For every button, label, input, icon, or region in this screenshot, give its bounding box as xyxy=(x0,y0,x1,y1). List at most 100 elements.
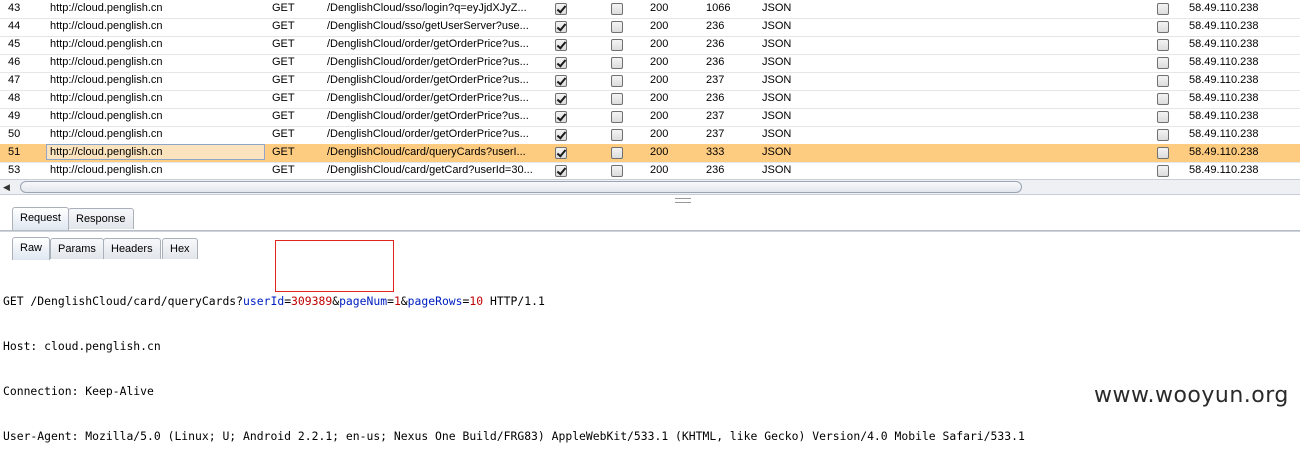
edited-checkbox[interactable] xyxy=(611,36,625,53)
row-ip: 58.49.110.238 xyxy=(1189,92,1259,104)
table-row[interactable]: 44 http://cloud.penglish.cn GET/DenglishCl… xyxy=(0,18,1300,37)
table-row[interactable]: 43 http://cloud.penglish.cn GET/DenglishCl… xyxy=(0,0,1300,19)
checkbox-icon[interactable] xyxy=(1157,165,1169,177)
row-host: http://cloud.penglish.cn xyxy=(50,128,163,140)
checkbox-icon[interactable] xyxy=(611,3,623,15)
edited-checkbox[interactable] xyxy=(611,90,625,107)
checkbox-icon[interactable] xyxy=(1157,111,1169,123)
tab-headers[interactable]: Headers xyxy=(103,238,161,259)
checkbox-icon[interactable] xyxy=(611,21,623,33)
checkbox-icon[interactable] xyxy=(1157,57,1169,69)
row-host: http://cloud.penglish.cn xyxy=(50,110,163,122)
params-checkbox[interactable] xyxy=(555,36,569,53)
checkbox-icon[interactable] xyxy=(1157,75,1169,87)
params-checkbox[interactable] xyxy=(555,0,569,17)
comment-checkbox[interactable] xyxy=(1157,0,1171,17)
edited-checkbox[interactable] xyxy=(611,72,625,89)
params-checkbox[interactable] xyxy=(555,162,569,179)
table-row[interactable]: 45 http://cloud.penglish.cn GET/DenglishCl… xyxy=(0,36,1300,55)
scroll-thumb[interactable] xyxy=(20,181,1022,193)
params-checkbox[interactable] xyxy=(555,72,569,89)
row-number: 45 xyxy=(8,38,21,50)
params-checkbox[interactable] xyxy=(555,108,569,125)
checkbox-icon[interactable] xyxy=(555,75,567,87)
tab-params[interactable]: Params xyxy=(50,238,104,259)
row-ip: 58.49.110.238 xyxy=(1189,20,1259,32)
checkbox-icon[interactable] xyxy=(1157,93,1169,105)
checkbox-icon[interactable] xyxy=(555,93,567,105)
comment-checkbox[interactable] xyxy=(1157,144,1171,161)
tab-raw[interactable]: Raw xyxy=(12,237,51,260)
checkbox-icon[interactable] xyxy=(611,129,623,141)
splitter-grip-icon[interactable] xyxy=(675,198,691,203)
row-number: 43 xyxy=(8,2,21,14)
edited-checkbox[interactable] xyxy=(611,108,625,125)
params-checkbox[interactable] xyxy=(555,54,569,71)
row-ip: 58.49.110.238 xyxy=(1189,56,1259,68)
row-ip: 58.49.110.238 xyxy=(1189,146,1259,158)
edited-checkbox[interactable] xyxy=(611,18,625,35)
comment-checkbox[interactable] xyxy=(1157,108,1171,125)
edited-checkbox[interactable] xyxy=(611,54,625,71)
comment-checkbox[interactable] xyxy=(1157,54,1171,71)
row-host: http://cloud.penglish.cn xyxy=(50,74,163,86)
checkbox-icon[interactable] xyxy=(555,39,567,51)
table-row[interactable]: 50 http://cloud.penglish.cn GET/DenglishCl… xyxy=(0,126,1300,145)
checkbox-icon[interactable] xyxy=(611,93,623,105)
request-line: GET /DenglishCloud/card/queryCards?userI… xyxy=(3,294,1293,309)
comment-checkbox[interactable] xyxy=(1157,90,1171,107)
horizontal-scrollbar[interactable]: ◀ xyxy=(0,179,1300,195)
checkbox-icon[interactable] xyxy=(611,57,623,69)
checkbox-icon[interactable] xyxy=(1157,39,1169,51)
checkbox-icon[interactable] xyxy=(1157,3,1169,15)
params-checkbox[interactable] xyxy=(555,144,569,161)
edited-checkbox[interactable] xyxy=(611,144,625,161)
checkbox-icon[interactable] xyxy=(611,165,623,177)
row-number: 44 xyxy=(8,20,21,32)
row-mime-type: JSON xyxy=(762,146,792,158)
row-length: 237 xyxy=(706,110,725,122)
scroll-left-arrow-icon[interactable]: ◀ xyxy=(3,180,10,194)
params-checkbox[interactable] xyxy=(555,126,569,143)
checkbox-icon[interactable] xyxy=(611,39,623,51)
checkbox-icon[interactable] xyxy=(555,147,567,159)
comment-checkbox[interactable] xyxy=(1157,162,1171,179)
edited-checkbox[interactable] xyxy=(611,126,625,143)
raw-request-text[interactable]: GET /DenglishCloud/card/queryCards?userI… xyxy=(3,264,1293,459)
edited-checkbox[interactable] xyxy=(611,162,625,179)
comment-checkbox[interactable] xyxy=(1157,126,1171,143)
tab-response[interactable]: Response xyxy=(68,208,134,229)
checkbox-icon[interactable] xyxy=(555,3,567,15)
comment-checkbox[interactable] xyxy=(1157,18,1171,35)
table-row[interactable]: 51 http://cloud.penglish.cn GET/DenglishCl… xyxy=(0,144,1300,163)
checkbox-icon[interactable] xyxy=(555,165,567,177)
request-path: GET /DenglishCloud/card/queryCards xyxy=(3,294,237,308)
checkbox-icon[interactable] xyxy=(555,21,567,33)
row-ip: 58.49.110.238 xyxy=(1189,2,1259,14)
checkbox-icon[interactable] xyxy=(555,111,567,123)
row-length: 236 xyxy=(706,38,725,50)
checkbox-icon[interactable] xyxy=(555,129,567,141)
tab-request[interactable]: Request xyxy=(12,207,69,230)
checkbox-icon[interactable] xyxy=(1157,129,1169,141)
table-row[interactable]: 48 http://cloud.penglish.cn GET/DenglishCl… xyxy=(0,90,1300,109)
params-checkbox[interactable] xyxy=(555,90,569,107)
checkbox-icon[interactable] xyxy=(611,147,623,159)
params-checkbox[interactable] xyxy=(555,18,569,35)
edited-checkbox[interactable] xyxy=(611,0,625,17)
tab-hex[interactable]: Hex xyxy=(162,238,198,259)
table-row[interactable]: 49 http://cloud.penglish.cn GET/DenglishCl… xyxy=(0,108,1300,127)
comment-checkbox[interactable] xyxy=(1157,36,1171,53)
row-length: 237 xyxy=(706,128,725,140)
table-row[interactable]: 47 http://cloud.penglish.cn GET/DenglishCl… xyxy=(0,72,1300,91)
checkbox-icon[interactable] xyxy=(611,75,623,87)
row-method: GET xyxy=(272,146,295,158)
pane-splitter[interactable] xyxy=(0,195,1300,205)
checkbox-icon[interactable] xyxy=(611,111,623,123)
checkbox-icon[interactable] xyxy=(1157,147,1169,159)
table-row[interactable]: 53 http://cloud.penglish.cn GET/DenglishCl… xyxy=(0,162,1300,180)
table-row[interactable]: 46 http://cloud.penglish.cn GET/DenglishCl… xyxy=(0,54,1300,73)
comment-checkbox[interactable] xyxy=(1157,72,1171,89)
checkbox-icon[interactable] xyxy=(555,57,567,69)
checkbox-icon[interactable] xyxy=(1157,21,1169,33)
